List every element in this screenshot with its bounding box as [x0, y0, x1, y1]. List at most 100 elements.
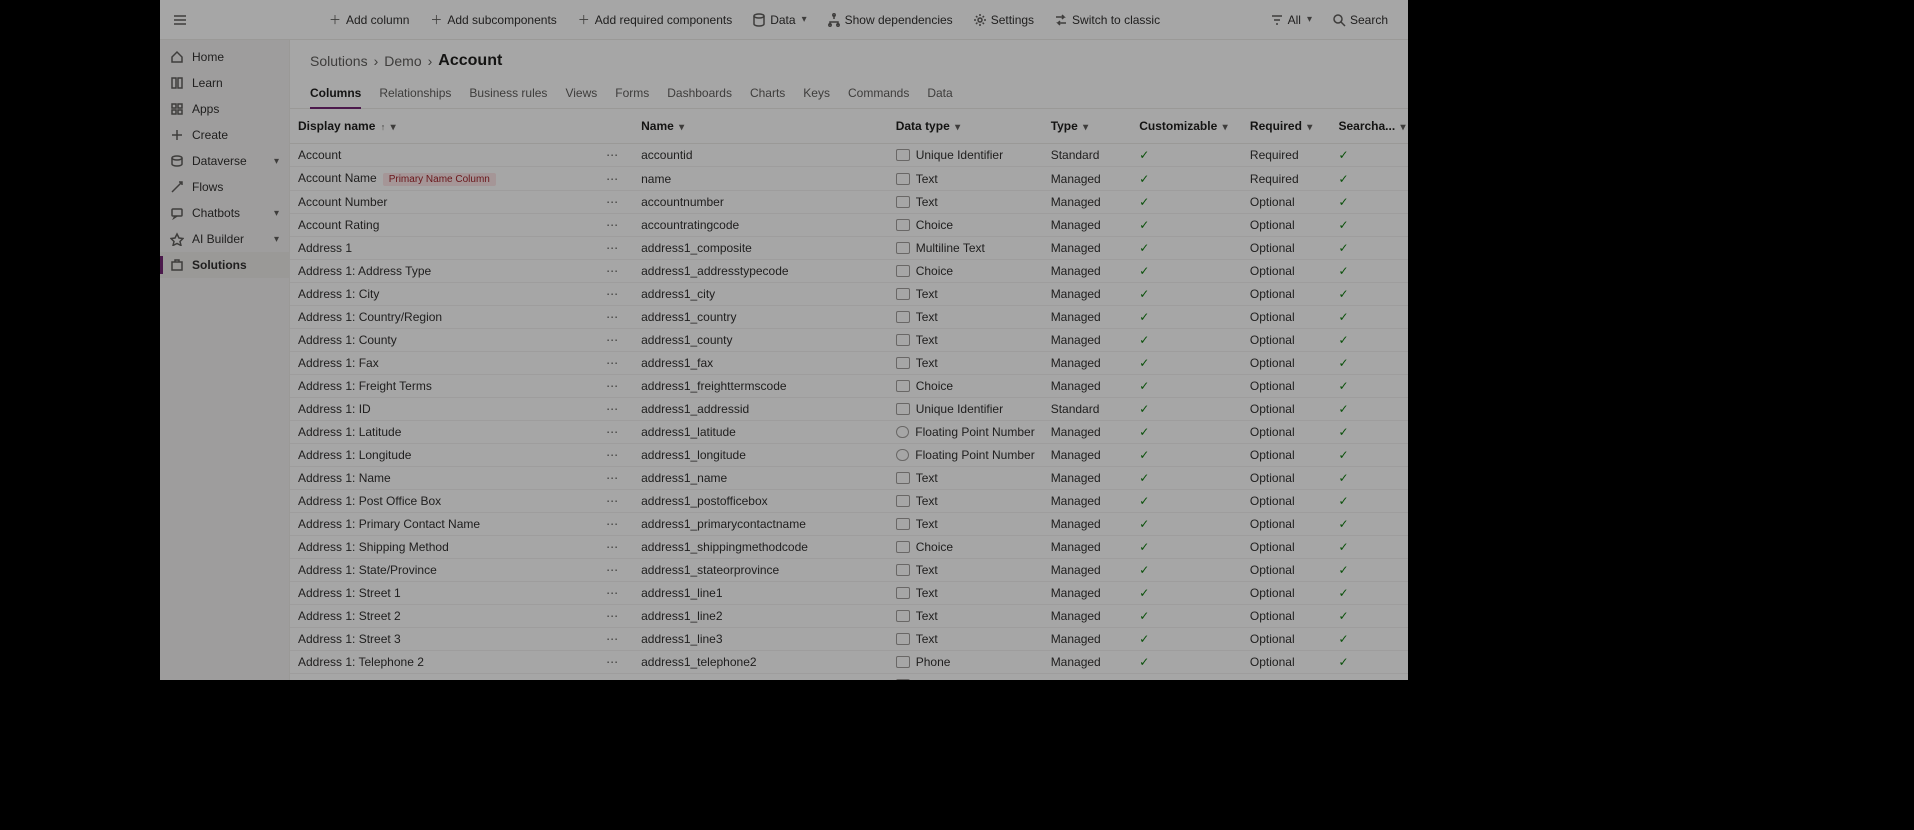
cell-type: Managed [1043, 237, 1132, 260]
table-row[interactable]: Address 1: Street 3⋯address1_line3TextMa… [290, 628, 1408, 651]
table-row[interactable]: Address 1: State/Province⋯address1_state… [290, 559, 1408, 582]
cmd-show-dependencies[interactable]: Show dependencies [819, 9, 961, 31]
row-more-button[interactable]: ⋯ [589, 490, 633, 513]
row-more-button[interactable]: ⋯ [589, 582, 633, 605]
cmd-add-required[interactable]: ＋ Add required components [569, 9, 740, 31]
row-more-button[interactable]: ⋯ [589, 467, 633, 490]
row-more-button[interactable]: ⋯ [589, 306, 633, 329]
table-row[interactable]: Address 1: City⋯address1_cityTextManaged… [290, 283, 1408, 306]
row-more-button[interactable]: ⋯ [589, 513, 633, 536]
tab-charts[interactable]: Charts [750, 80, 785, 108]
row-more-button[interactable]: ⋯ [589, 191, 633, 214]
col-searchable[interactable]: Searcha... ▾ [1330, 109, 1408, 144]
table-row[interactable]: Address 1: ID⋯address1_addressidUnique I… [290, 398, 1408, 421]
sidebar-item-flows[interactable]: Flows [160, 174, 289, 200]
row-more-button[interactable]: ⋯ [589, 352, 633, 375]
sidebar-item-home[interactable]: Home [160, 44, 289, 70]
row-more-button[interactable]: ⋯ [589, 167, 633, 191]
sidebar-item-create[interactable]: Create [160, 122, 289, 148]
cell-display: Address 1: Country/Region [290, 306, 589, 329]
sidebar-item-ai-builder[interactable]: AI Builder▾ [160, 226, 289, 252]
hamburger-menu[interactable] [168, 8, 192, 32]
cmd-settings[interactable]: Settings [965, 9, 1042, 31]
check-icon: ✓ [1338, 448, 1348, 462]
tab-keys[interactable]: Keys [803, 80, 830, 108]
tab-dashboards[interactable]: Dashboards [667, 80, 732, 108]
table-row[interactable]: Address 1: Telephone 3⋯address1_telephon… [290, 674, 1408, 681]
table-row[interactable]: Address 1: County⋯address1_countyTextMan… [290, 329, 1408, 352]
tab-data[interactable]: Data [927, 80, 952, 108]
row-more-button[interactable]: ⋯ [589, 144, 633, 167]
cmd-switch-classic[interactable]: Switch to classic [1046, 9, 1168, 31]
tab-business-rules[interactable]: Business rules [469, 80, 547, 108]
learn-icon [170, 76, 184, 90]
col-name[interactable]: Name ▾ [633, 109, 888, 144]
col-type[interactable]: Type ▾ [1043, 109, 1132, 144]
cmd-data[interactable]: Data ▾ [744, 9, 814, 31]
tab-relationships[interactable]: Relationships [379, 80, 451, 108]
table-row[interactable]: Address 1: Freight Terms⋯address1_freigh… [290, 375, 1408, 398]
sidebar-item-apps[interactable]: Apps [160, 96, 289, 122]
table-row[interactable]: Account Rating⋯accountratingcodeChoiceMa… [290, 214, 1408, 237]
table-row[interactable]: Address 1: Primary Contact Name⋯address1… [290, 513, 1408, 536]
table-row[interactable]: Address 1: Telephone 2⋯address1_telephon… [290, 651, 1408, 674]
row-more-button[interactable]: ⋯ [589, 260, 633, 283]
row-more-button[interactable]: ⋯ [589, 398, 633, 421]
row-more-button[interactable]: ⋯ [589, 421, 633, 444]
table-row[interactable]: Address 1: Post Office Box⋯address1_post… [290, 490, 1408, 513]
search-label: Search [1350, 13, 1388, 27]
table-row[interactable]: Address 1: Name⋯address1_nameTextManaged… [290, 467, 1408, 490]
row-more-button[interactable]: ⋯ [589, 536, 633, 559]
cell-required: Optional [1242, 605, 1331, 628]
tab-commands[interactable]: Commands [848, 80, 909, 108]
col-required[interactable]: Required ▾ [1242, 109, 1331, 144]
table-row[interactable]: Address 1: Longitude⋯address1_longitudeF… [290, 444, 1408, 467]
row-more-button[interactable]: ⋯ [589, 651, 633, 674]
table-row[interactable]: Address 1: Address Type⋯address1_address… [290, 260, 1408, 283]
sidebar-item-learn[interactable]: Learn [160, 70, 289, 96]
col-data-type[interactable]: Data type ▾ [888, 109, 1043, 144]
row-more-button[interactable]: ⋯ [589, 214, 633, 237]
table-row[interactable]: Address 1: Country/Region⋯address1_count… [290, 306, 1408, 329]
cmd-add-column[interactable]: ＋ Add column [320, 9, 417, 31]
cell-dtype: Floating Point Number [888, 421, 1043, 444]
row-more-button[interactable]: ⋯ [589, 283, 633, 306]
table-row[interactable]: Address 1: Shipping Method⋯address1_ship… [290, 536, 1408, 559]
filter-all[interactable]: All ▾ [1262, 9, 1320, 31]
table-row[interactable]: Address 1: Latitude⋯address1_latitudeFlo… [290, 421, 1408, 444]
tab-views[interactable]: Views [565, 80, 597, 108]
row-more-button[interactable]: ⋯ [589, 628, 633, 651]
table-row[interactable]: Address 1⋯address1_compositeMultiline Te… [290, 237, 1408, 260]
sidebar-item-solutions[interactable]: Solutions [160, 252, 289, 278]
col-customizable[interactable]: Customizable ▾ [1131, 109, 1242, 144]
tab-columns[interactable]: Columns [310, 80, 361, 108]
chevron-right-icon: › [374, 53, 379, 69]
row-more-button[interactable]: ⋯ [589, 674, 633, 681]
row-more-button[interactable]: ⋯ [589, 329, 633, 352]
breadcrumb-root[interactable]: Solutions [310, 53, 368, 69]
cell-required: Optional [1242, 191, 1331, 214]
cmd-add-subcomponents[interactable]: ＋ Add subcomponents [421, 9, 564, 31]
col-display-name[interactable]: Display name ↑ ▾ [290, 109, 589, 144]
row-more-button[interactable]: ⋯ [589, 559, 633, 582]
search-button[interactable]: Search [1324, 9, 1396, 31]
table-row[interactable]: Account NamePrimary Name Column⋯nameText… [290, 167, 1408, 191]
sidebar-item-chatbots[interactable]: Chatbots▾ [160, 200, 289, 226]
check-icon: ✓ [1338, 218, 1348, 232]
row-more-button[interactable]: ⋯ [589, 375, 633, 398]
table-row[interactable]: Address 1: Street 1⋯address1_line1TextMa… [290, 582, 1408, 605]
chevron-down-icon: ▾ [1307, 14, 1312, 25]
table-row[interactable]: Address 1: Fax⋯address1_faxTextManaged✓O… [290, 352, 1408, 375]
row-more-button[interactable]: ⋯ [589, 605, 633, 628]
tab-forms[interactable]: Forms [615, 80, 649, 108]
table-row[interactable]: Account Number⋯accountnumberTextManaged✓… [290, 191, 1408, 214]
row-more-button[interactable]: ⋯ [589, 444, 633, 467]
cell-type: Managed [1043, 651, 1132, 674]
row-more-button[interactable]: ⋯ [589, 237, 633, 260]
table-row[interactable]: Account⋯accountidUnique IdentifierStanda… [290, 144, 1408, 167]
table-row[interactable]: Address 1: Street 2⋯address1_line2TextMa… [290, 605, 1408, 628]
columns-table-wrap[interactable]: Display name ↑ ▾ Name ▾ Data type [290, 109, 1408, 680]
check-icon: ✓ [1338, 356, 1348, 370]
sidebar-item-dataverse[interactable]: Dataverse▾ [160, 148, 289, 174]
breadcrumb-mid[interactable]: Demo [384, 53, 421, 69]
